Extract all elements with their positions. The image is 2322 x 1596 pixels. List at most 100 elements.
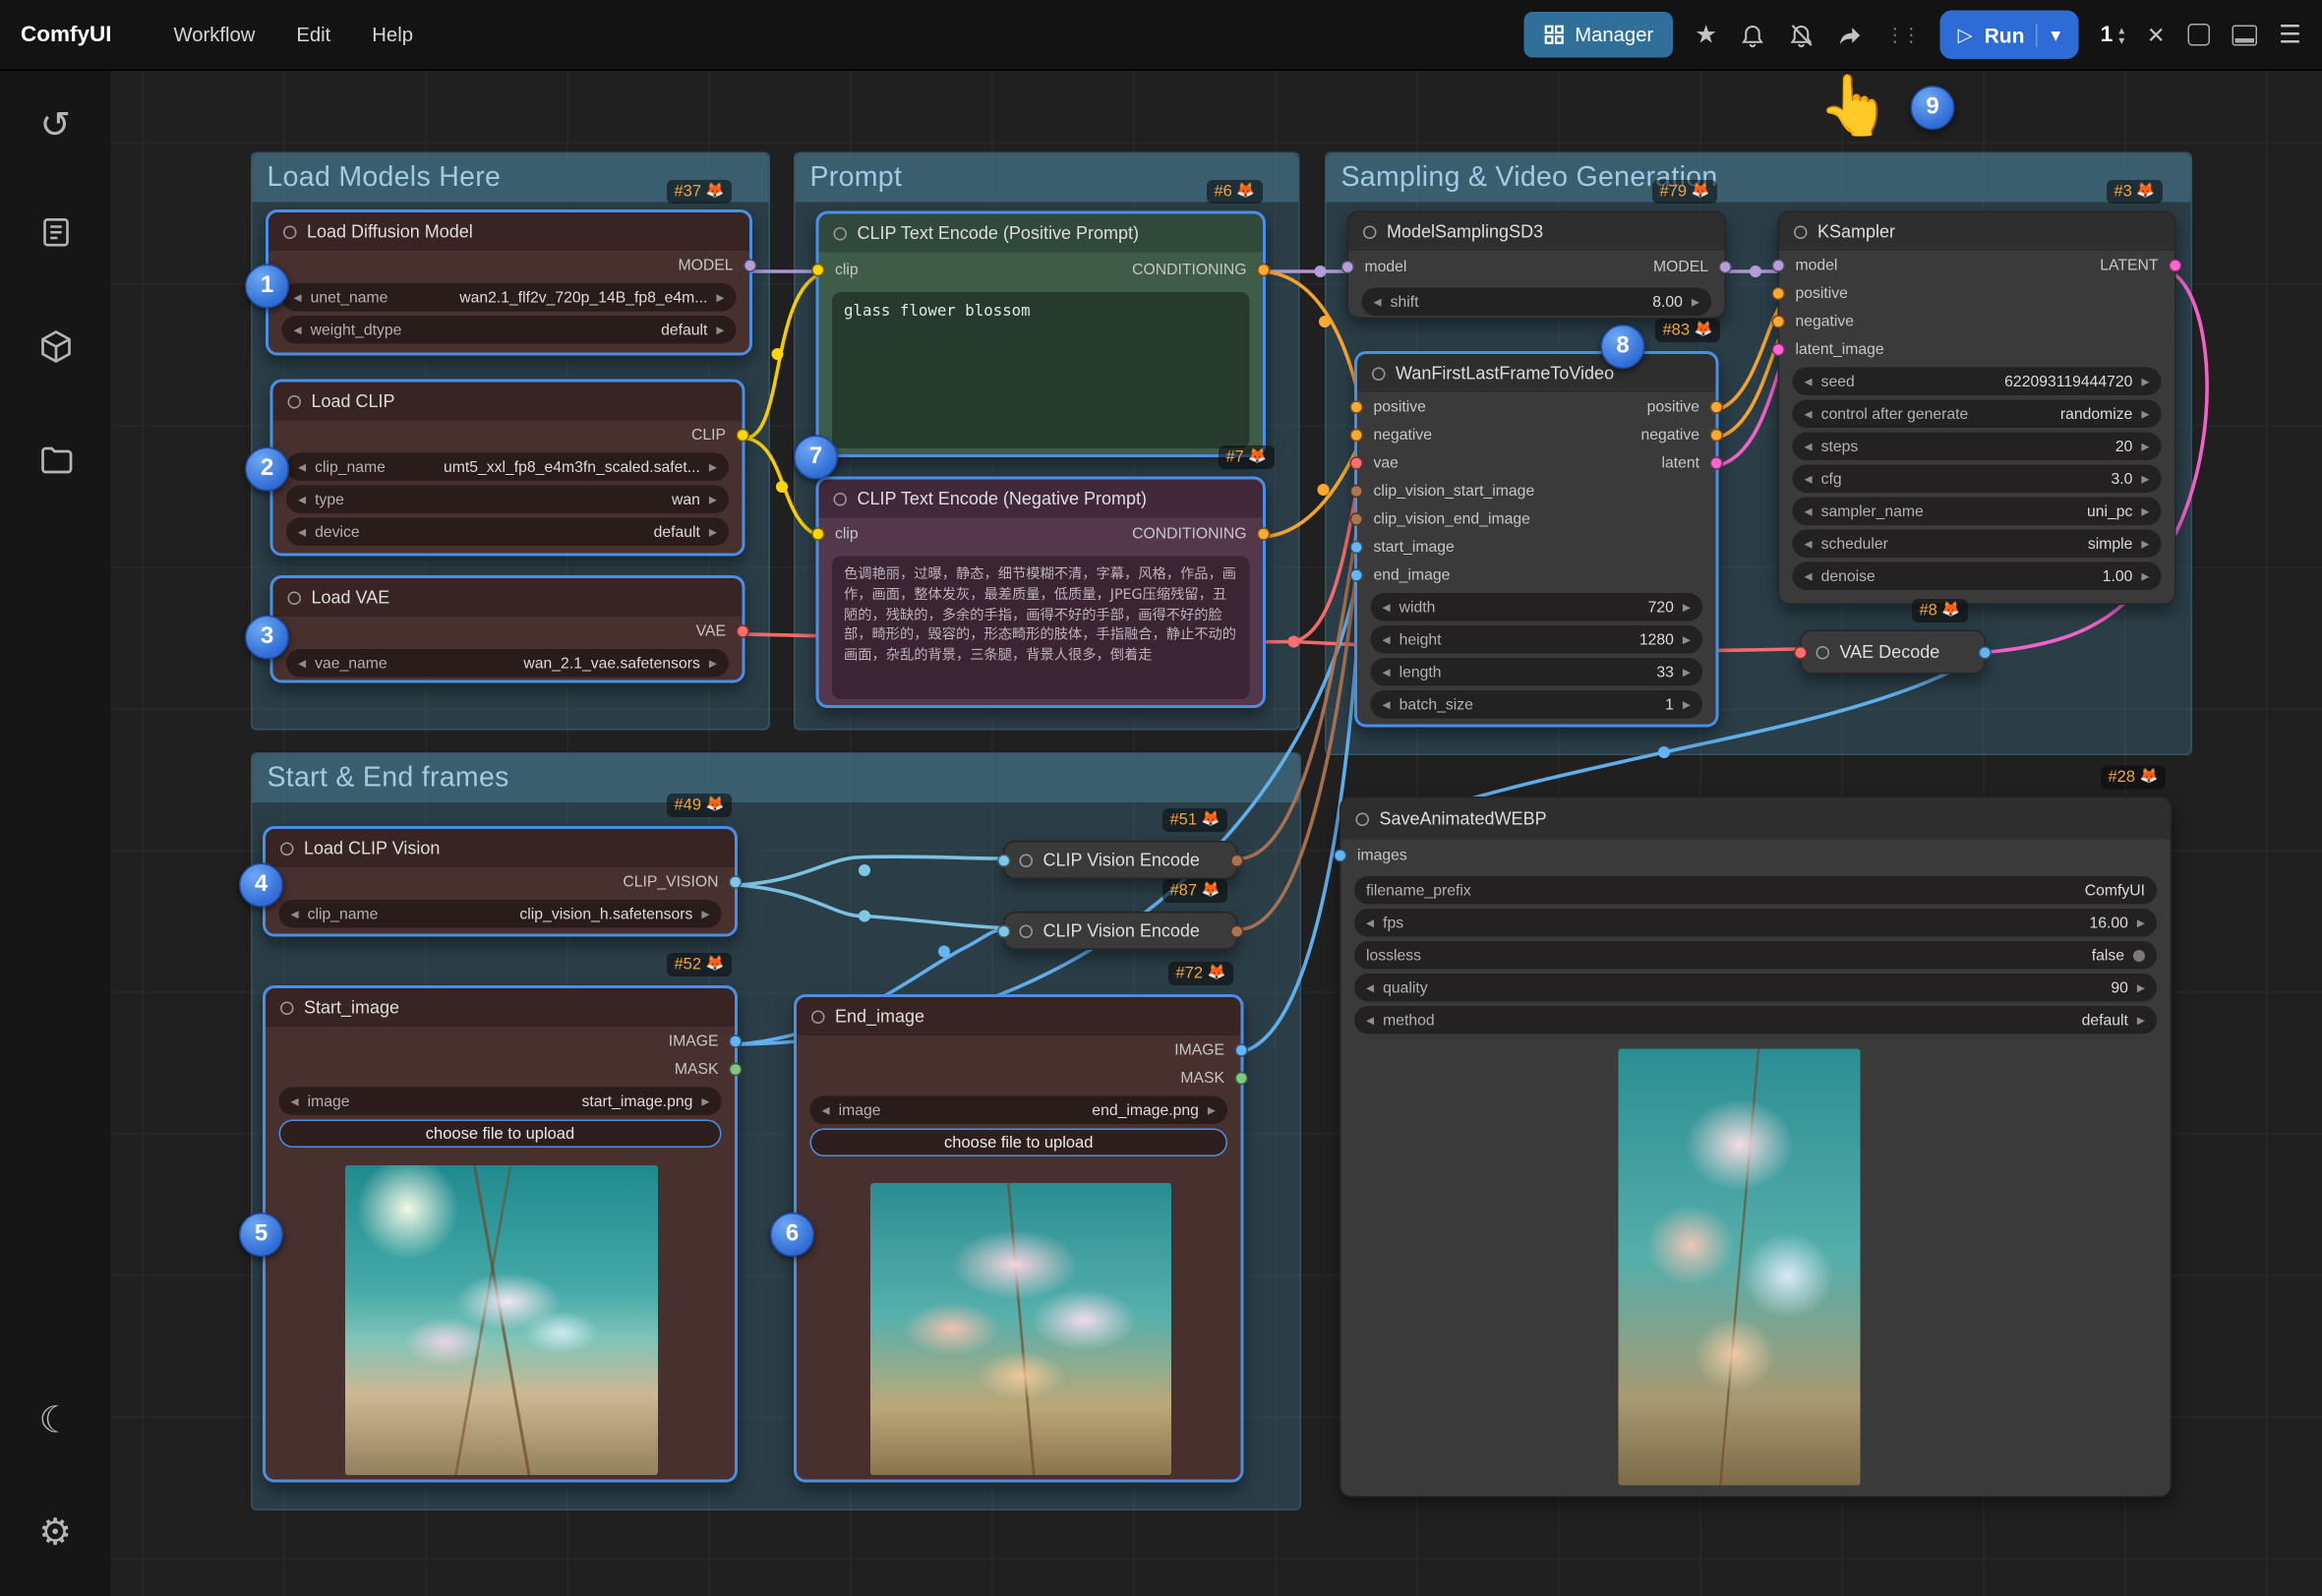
decrement-arrow-icon[interactable]: ◀ (1383, 698, 1391, 710)
output-port-model[interactable] (1719, 261, 1733, 274)
node-header[interactable]: Load CLIP Vision (266, 829, 735, 867)
collapse-dot-icon[interactable] (834, 492, 848, 505)
increment-arrow-icon[interactable]: ▶ (1683, 633, 1691, 645)
collapse-dot-icon[interactable] (1794, 225, 1808, 239)
node-saveanimatedwebp[interactable]: SaveAnimatedWEBP images filename_prefixC… (1340, 797, 2172, 1498)
increment-arrow-icon[interactable]: ▶ (1683, 601, 1691, 613)
node-clip-text-encode-negative[interactable]: CLIP Text Encode (Negative Prompt) clip … (816, 477, 1267, 709)
toggle-knob[interactable] (2133, 949, 2145, 961)
node-wanfirstlastframetovideo[interactable]: WanFirstLastFrameToVideo positive positi… (1354, 351, 1719, 728)
output-port-mask[interactable] (1235, 1071, 1249, 1085)
widget-shift[interactable]: ◀shift8.00▶ (1362, 288, 1712, 317)
output-port-latent[interactable] (1710, 456, 1724, 470)
increment-arrow-icon[interactable]: ▶ (2141, 441, 2149, 452)
node-header[interactable]: WanFirstLastFrameToVideo (1357, 354, 1716, 392)
collapse-dot-icon[interactable] (834, 226, 848, 240)
collapse-dot-icon[interactable] (280, 842, 294, 856)
input-port-negative[interactable] (1772, 315, 1786, 328)
node-header[interactable]: Start_image (266, 988, 735, 1027)
hamburger-menu-icon[interactable]: ☰ (2279, 20, 2301, 49)
increment-arrow-icon[interactable]: ▶ (2141, 473, 2149, 485)
share-icon[interactable] (1837, 22, 1864, 48)
node-clip-vision-encode-1[interactable]: CLIP Vision Encode (1003, 841, 1238, 879)
node-load-diffusion-model[interactable]: Load Diffusion Model MODEL ◀unet_namewan… (266, 209, 752, 356)
bottom-panel-icon[interactable] (2232, 25, 2257, 45)
decrement-icon[interactable]: ▾ (2118, 34, 2124, 45)
menu-edit[interactable]: Edit (296, 24, 330, 46)
input-port-clip-vision[interactable] (997, 925, 1011, 939)
collapse-dot-icon[interactable] (1356, 812, 1370, 826)
node-ksampler[interactable]: KSampler model LATENT positive negative … (1778, 211, 2176, 606)
input-port-images[interactable] (1334, 849, 1347, 862)
menu-help[interactable]: Help (372, 24, 413, 46)
node-load-clip-vision[interactable]: Load CLIP Vision CLIP_VISION ◀clip_namec… (263, 826, 738, 937)
node-end-image[interactable]: End_image IMAGE MASK ◀imageend_image.png… (794, 994, 1244, 1483)
increment-arrow-icon[interactable]: ▶ (2137, 1014, 2145, 1026)
decrement-arrow-icon[interactable]: ◀ (1374, 296, 1382, 308)
input-port-latent-image[interactable] (1772, 342, 1786, 356)
decrement-arrow-icon[interactable]: ◀ (1366, 1014, 1374, 1026)
node-clip-vision-encode-2[interactable]: CLIP Vision Encode (1003, 912, 1238, 950)
input-port-clip[interactable] (811, 527, 825, 541)
widget-height[interactable]: ◀height1280▶ (1371, 625, 1703, 654)
input-port-clip-vision-start-image[interactable] (1350, 484, 1364, 498)
increment-arrow-icon[interactable]: ▶ (2141, 505, 2149, 517)
decrement-arrow-icon[interactable]: ◀ (822, 1104, 830, 1116)
decrement-arrow-icon[interactable]: ◀ (291, 908, 299, 919)
decrement-arrow-icon[interactable]: ◀ (1383, 666, 1391, 678)
widget-vae-name[interactable]: ◀vae_namewan_2.1_vae.safetensors▶ (286, 649, 729, 678)
widget-control-after-generate[interactable]: ◀control after generaterandomize▶ (1793, 400, 2162, 429)
widget-fps[interactable]: ◀fps16.00▶ (1354, 909, 2157, 937)
widget-scheduler[interactable]: ◀schedulersimple▶ (1793, 530, 2162, 559)
widget-clip-name[interactable]: ◀clip_nameumt5_xxl_fp8_e4m3fn_scaled.saf… (286, 453, 729, 482)
decrement-arrow-icon[interactable]: ◀ (1805, 408, 1813, 420)
output-port-image[interactable] (1979, 646, 1993, 660)
output-port-model[interactable] (744, 259, 757, 272)
decrement-arrow-icon[interactable]: ◀ (1805, 570, 1813, 582)
increment-arrow-icon[interactable]: ▶ (716, 324, 724, 335)
collapse-dot-icon[interactable] (288, 394, 302, 408)
output-port-clip[interactable] (737, 428, 750, 442)
output-port-image[interactable] (729, 1034, 743, 1048)
widget-unet-name[interactable]: ◀unet_namewan2.1_flf2v_720p_14B_fp8_e4m.… (282, 283, 737, 312)
decrement-arrow-icon[interactable]: ◀ (1366, 916, 1374, 928)
batch-count-stepper[interactable]: 1 ▴ ▾ (2101, 23, 2125, 48)
collapse-dot-icon[interactable] (288, 591, 302, 605)
decrement-arrow-icon[interactable]: ◀ (294, 324, 302, 335)
prompt-textarea[interactable]: glass flower blossom (832, 292, 1250, 448)
widget-quality[interactable]: ◀quality90▶ (1354, 974, 2157, 1002)
increment-arrow-icon[interactable]: ▶ (709, 526, 717, 538)
prompt-textarea[interactable]: 色调艳丽，过曝，静态，细节模糊不清，字幕，风格，作品，画作，画面，整体发灰，最差… (832, 557, 1250, 700)
input-port-positive[interactable] (1350, 400, 1364, 414)
decrement-arrow-icon[interactable]: ◀ (1805, 505, 1813, 517)
increment-arrow-icon[interactable]: ▶ (2141, 538, 2149, 550)
input-port-vae[interactable] (1350, 456, 1364, 470)
node-canvas[interactable]: Load Models Here Prompt Sampling & Video… (0, 0, 2322, 1596)
node-header[interactable]: CLIP Text Encode (Positive Prompt) (819, 214, 1264, 253)
chevron-down-icon[interactable]: ▾ (2036, 23, 2060, 46)
decrement-arrow-icon[interactable]: ◀ (298, 461, 306, 473)
output-port-conditioning[interactable] (1257, 263, 1271, 276)
increment-arrow-icon[interactable]: ▶ (1683, 698, 1691, 710)
input-port-model[interactable] (1341, 261, 1355, 274)
node-header[interactable]: Load CLIP (273, 383, 743, 421)
group-header[interactable]: Start & End frames (253, 754, 1300, 803)
bell-slash-icon[interactable] (1788, 22, 1815, 48)
run-button[interactable]: ▷ Run ▾ (1940, 11, 2079, 60)
batch-count-value[interactable]: 1 (2101, 23, 2114, 48)
widget-type[interactable]: ◀typewan▶ (286, 486, 729, 514)
increment-arrow-icon[interactable]: ▶ (701, 908, 709, 919)
input-port-clip-vision[interactable] (997, 855, 1011, 868)
input-port-start-image[interactable] (1350, 540, 1364, 554)
output-port-vae[interactable] (737, 624, 750, 638)
node-header[interactable]: Load VAE (273, 578, 743, 617)
group-header[interactable]: Sampling & Video Generation (1327, 153, 2191, 203)
model-library-icon[interactable] (37, 329, 73, 365)
input-port-vae[interactable] (1794, 646, 1808, 660)
decrement-arrow-icon[interactable]: ◀ (294, 291, 302, 303)
output-port-clip-vision-output[interactable] (1230, 925, 1244, 939)
increment-arrow-icon[interactable]: ▶ (701, 1095, 709, 1107)
output-port-positive[interactable] (1710, 400, 1724, 414)
widget-batch-size[interactable]: ◀batch_size1▶ (1371, 690, 1703, 719)
widget-length[interactable]: ◀length33▶ (1371, 658, 1703, 686)
